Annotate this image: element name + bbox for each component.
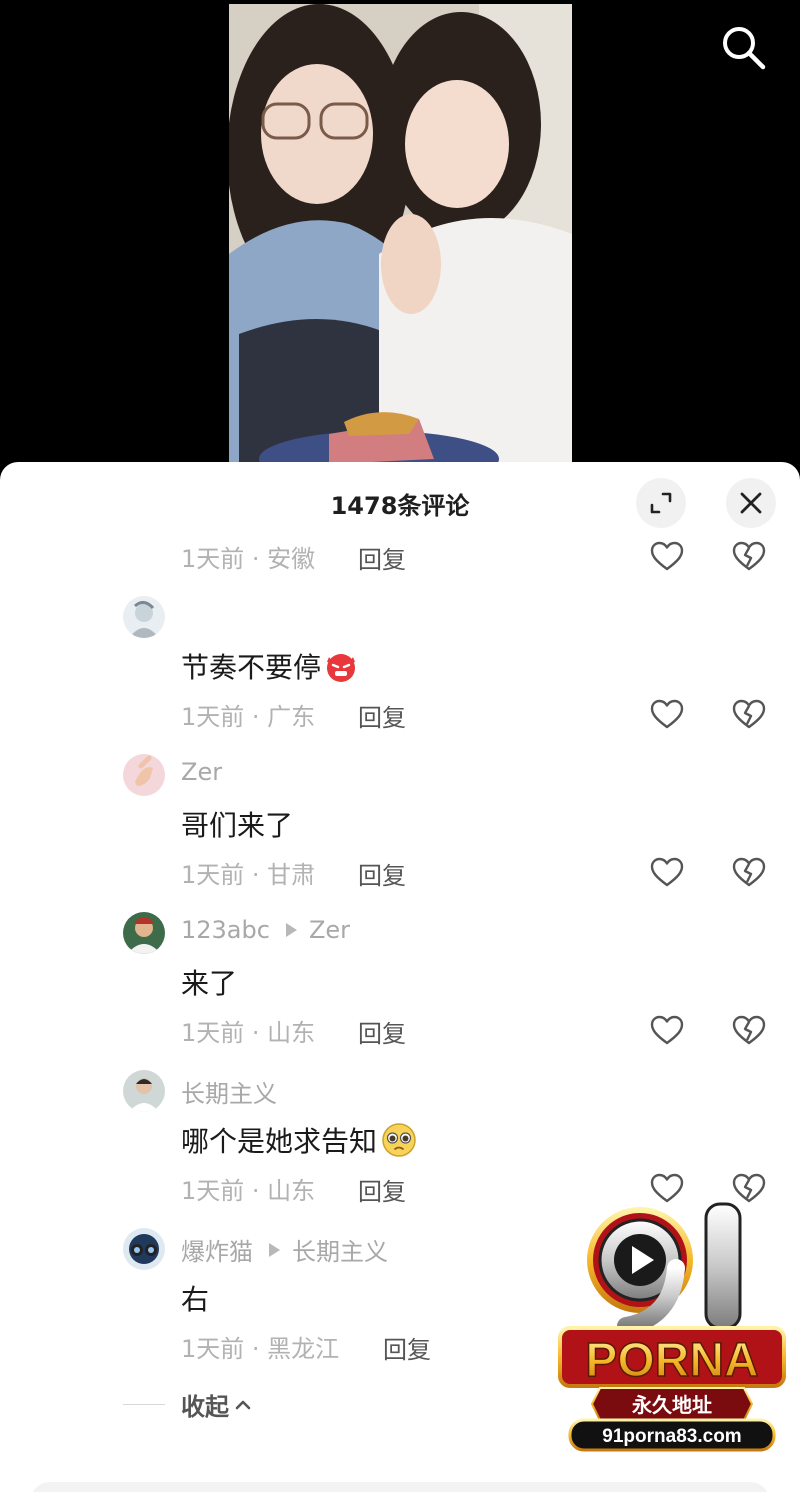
heart-icon[interactable] xyxy=(650,1014,684,1048)
expand-button[interactable] xyxy=(636,478,686,528)
comment-time-location: 1天前 · 广东 xyxy=(181,702,316,731)
broken-heart-icon[interactable] xyxy=(732,856,766,890)
comment-text: 右 xyxy=(181,1283,210,1316)
video-player[interactable] xyxy=(0,0,800,470)
watermark-logo-graphic: PORNA 永久地址 91porna83.com xyxy=(558,1202,786,1452)
comment-username[interactable]: 123abc Zer xyxy=(181,916,350,944)
avatar[interactable] xyxy=(123,596,165,638)
comment-input-bar[interactable] xyxy=(30,1482,770,1492)
search-button[interactable] xyxy=(718,22,768,72)
comment-time-location: 1天前 · 山东 xyxy=(181,1176,316,1205)
reply-button[interactable]: 回复 xyxy=(358,856,406,891)
collapse-label: 收起 xyxy=(181,1393,229,1421)
pleading-face-emoji-icon xyxy=(382,1123,416,1157)
comment-username[interactable]: 爆炸猫 长期主义 xyxy=(181,1232,388,1267)
svg-text:91porna83.com: 91porna83.com xyxy=(602,1426,741,1447)
avatar[interactable] xyxy=(123,1228,165,1270)
heart-icon[interactable] xyxy=(650,698,684,732)
broken-heart-icon[interactable] xyxy=(732,698,766,732)
reply-arrow-icon xyxy=(269,1242,280,1257)
video-frame[interactable] xyxy=(229,4,572,470)
heart-icon[interactable] xyxy=(650,540,684,574)
comment-time-location: 1天前 · 甘肃 xyxy=(181,860,316,889)
expand-icon xyxy=(650,492,672,514)
comment-meta: 1天前 · 安徽 xyxy=(181,539,315,573)
collapse-replies-button[interactable]: 收起 xyxy=(123,1387,253,1422)
reply-button[interactable]: 回复 xyxy=(358,540,406,575)
reply-button[interactable]: 回复 xyxy=(358,1172,406,1207)
reply-to-username[interactable]: 长期主义 xyxy=(292,1232,388,1267)
watermark-logo: PORNA 永久地址 91porna83.com xyxy=(556,1198,788,1456)
comment-username[interactable]: Zer xyxy=(181,758,222,786)
angry-devil-emoji-icon xyxy=(327,654,356,682)
search-icon xyxy=(723,27,766,70)
close-icon xyxy=(740,492,762,514)
comment-meta: 1天前 · 山东 xyxy=(181,1013,315,1047)
svg-text:PORNA: PORNA xyxy=(585,1334,758,1387)
comment-time-location: 1天前 · 黑龙江 xyxy=(181,1334,340,1363)
svg-text:永久地址: 永久地址 xyxy=(631,1393,712,1417)
comment-time-location: 1天前 · 安徽 xyxy=(181,544,316,573)
comment-text: 来了 xyxy=(181,967,238,1000)
broken-heart-icon[interactable] xyxy=(732,1014,766,1048)
avatar[interactable] xyxy=(123,1070,165,1112)
comment-text: 哥们来了 xyxy=(181,809,294,842)
comment-meta: 1天前 · 山东 xyxy=(181,1171,315,1205)
comment-text: 哪个是她求告知 xyxy=(181,1120,419,1160)
reply-button[interactable]: 回复 xyxy=(383,1330,431,1365)
comment-meta: 1天前 · 甘肃 xyxy=(181,855,315,889)
close-button[interactable] xyxy=(726,478,776,528)
collapse-divider xyxy=(123,1404,165,1405)
broken-heart-icon[interactable] xyxy=(732,540,766,574)
comment-text: 节奏不要停 xyxy=(181,646,359,686)
chevron-up-icon xyxy=(235,1400,251,1409)
reply-button[interactable]: 回复 xyxy=(358,1014,406,1049)
comment-username[interactable]: 长期主义 xyxy=(181,1074,277,1109)
comment-meta: 1天前 · 广东 xyxy=(181,697,315,731)
reply-arrow-icon xyxy=(285,923,297,937)
heart-icon[interactable] xyxy=(650,856,684,890)
avatar[interactable] xyxy=(123,912,165,954)
avatar[interactable] xyxy=(123,754,165,796)
comment-meta: 1天前 · 黑龙江 xyxy=(181,1329,339,1363)
reply-button[interactable]: 回复 xyxy=(358,698,406,733)
video-thumbnail xyxy=(229,4,572,470)
reply-to-username[interactable]: Zer xyxy=(309,916,350,944)
comment-time-location: 1天前 · 山东 xyxy=(181,1018,316,1047)
